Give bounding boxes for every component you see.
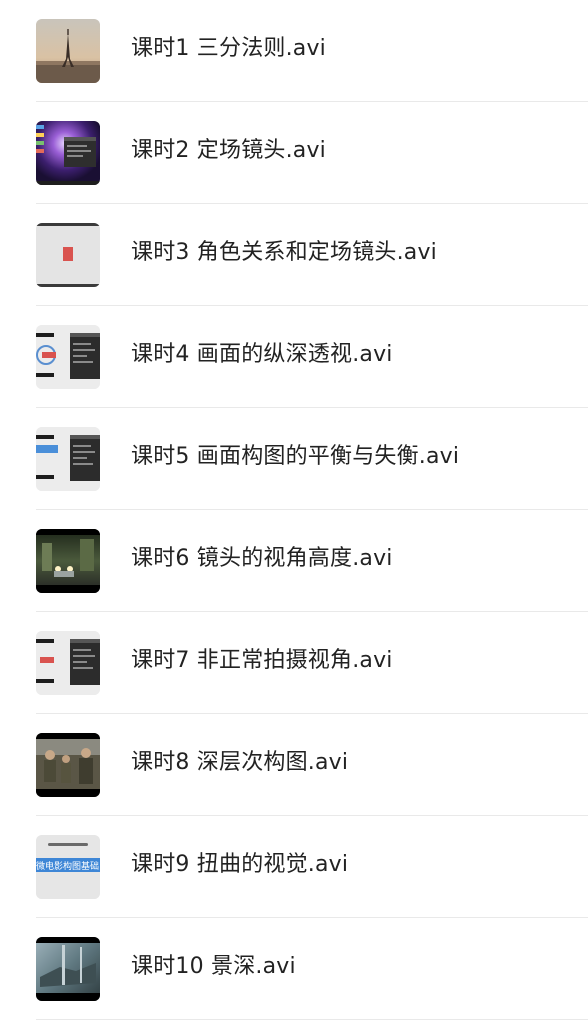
software-screenshot-thumbnail [36, 325, 100, 389]
window-reflection-film-still-thumbnail [36, 937, 100, 1001]
file-row-8[interactable]: 课时8 深层次构图.avi [0, 714, 588, 816]
file-row-3[interactable]: 课时3 角色关系和定场镜头.avi [0, 204, 588, 306]
row-divider [36, 1019, 588, 1020]
soldiers-film-still-thumbnail [36, 733, 100, 797]
file-name: 课时2 定场镜头.avi [131, 138, 326, 163]
gray-slide-thumbnail [36, 223, 100, 287]
file-row-10[interactable]: 课时10 景深.avi [0, 918, 588, 1020]
file-name: 课时5 画面构图的平衡与失衡.avi [131, 444, 460, 469]
file-row-9[interactable]: 微电影构图基础 课时9 扭曲的视觉.avi [0, 816, 588, 918]
file-name: 课时9 扭曲的视觉.avi [131, 852, 349, 877]
thumbnail-text: 微电影构图基础 [36, 860, 99, 872]
file-row-6[interactable]: 课时6 镜头的视角高度.avi [0, 510, 588, 612]
file-row-1[interactable]: 课时1 三分法则.avi [0, 0, 588, 102]
blue-banner-slide-thumbnail: 微电影构图基础 [36, 835, 100, 899]
software-screenshot-thumbnail [36, 427, 100, 491]
file-list: 课时1 三分法则.avi 课时2 定场镜头.avi 课时3 角色关系和定场镜头.… [0, 0, 588, 1022]
file-name: 课时7 非正常拍摄视角.avi [131, 648, 393, 673]
file-row-7[interactable]: 课时7 非正常拍摄视角.avi [0, 612, 588, 714]
file-name: 课时3 角色关系和定场镜头.avi [131, 240, 437, 265]
file-name: 课时8 深层次构图.avi [131, 750, 349, 775]
file-row-2[interactable]: 课时2 定场镜头.avi [0, 102, 588, 204]
file-name: 课时1 三分法则.avi [131, 36, 326, 61]
file-row-4[interactable]: 课时4 画面的纵深透视.avi [0, 306, 588, 408]
software-screenshot-thumbnail [36, 631, 100, 695]
paris-eiffel-tower-thumbnail [36, 19, 100, 83]
file-row-5[interactable]: 课时5 画面构图的平衡与失衡.avi [0, 408, 588, 510]
file-name: 课时4 画面的纵深透视.avi [131, 342, 393, 367]
night-street-thumbnail [36, 529, 100, 593]
file-name: 课时10 景深.avi [131, 954, 296, 979]
file-name: 课时6 镜头的视角高度.avi [131, 546, 393, 571]
desktop-screenshot-thumbnail [36, 121, 100, 185]
